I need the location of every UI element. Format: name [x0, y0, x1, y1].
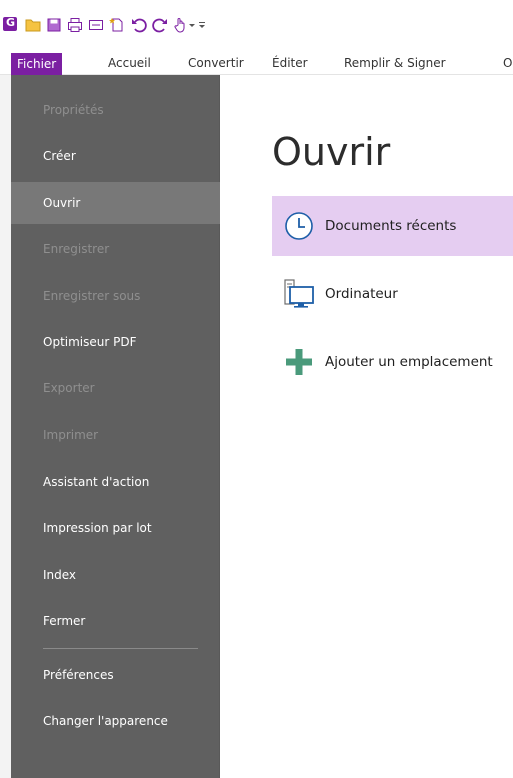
- option-ajouter-emplacement[interactable]: Ajouter un emplacement: [272, 332, 513, 392]
- tab-fichier[interactable]: Fichier: [11, 53, 63, 75]
- sidebar-item-impression-par-lot[interactable]: Impression par lot: [11, 507, 220, 549]
- sidebar-item-changer-apparence[interactable]: Changer l'apparence: [11, 700, 220, 742]
- undo-icon[interactable]: [130, 16, 148, 34]
- plus-icon: [286, 349, 312, 375]
- app-logo: G: [3, 16, 17, 31]
- sidebar-item-imprimer[interactable]: Imprimer: [11, 414, 220, 456]
- chevron-down-icon[interactable]: [188, 16, 196, 34]
- sidebar-item-proprietes[interactable]: Propriétés: [11, 89, 220, 131]
- sidebar-divider: [43, 648, 198, 649]
- option-label: Documents récents: [325, 218, 457, 234]
- sidebar-item-ouvrir[interactable]: Ouvrir: [11, 182, 220, 224]
- ribbon-tabs: Fichier Accueil Convertir Éditer Remplir…: [0, 52, 513, 75]
- print-icon[interactable]: [66, 16, 84, 34]
- new-document-icon[interactable]: [108, 16, 126, 34]
- sidebar-item-exporter[interactable]: Exporter: [11, 367, 220, 409]
- scan-icon[interactable]: [87, 16, 105, 34]
- sidebar-item-index[interactable]: Index: [11, 554, 220, 596]
- open-folder-icon[interactable]: [24, 16, 42, 34]
- save-icon[interactable]: [45, 16, 63, 34]
- tab-accueil[interactable]: Accueil: [108, 52, 151, 74]
- sidebar-item-creer[interactable]: Créer: [11, 135, 220, 177]
- option-label: Ajouter un emplacement: [325, 354, 493, 370]
- tab-convertir[interactable]: Convertir: [188, 52, 244, 74]
- sidebar-item-preferences[interactable]: Préférences: [11, 654, 220, 696]
- option-label: Ordinateur: [325, 286, 398, 302]
- clock-icon: [285, 212, 313, 240]
- sidebar-item-assistant-action[interactable]: Assistant d'action: [11, 461, 220, 503]
- sidebar-item-enregistrer-sous[interactable]: Enregistrer sous: [11, 275, 220, 317]
- page-title: Ouvrir: [272, 130, 391, 174]
- sidebar-item-enregistrer[interactable]: Enregistrer: [11, 228, 220, 270]
- quick-access-toolbar: G: [0, 16, 513, 38]
- backstage-sidebar: Propriétés Créer Ouvrir Enregistrer Enre…: [0, 75, 220, 778]
- computer-icon: [284, 279, 314, 308]
- sidebar-left-strip: [0, 75, 11, 778]
- app-window: G Fichier Accueil Convertir Éditer Rempl…: [0, 0, 513, 778]
- option-documents-recents[interactable]: Documents récents: [272, 196, 513, 256]
- sidebar-item-optimiseur-pdf[interactable]: Optimiseur PDF: [11, 321, 220, 363]
- customize-toolbar-icon[interactable]: [197, 16, 207, 34]
- sidebar-item-fermer[interactable]: Fermer: [11, 600, 220, 642]
- tab-overflow[interactable]: O: [503, 52, 512, 74]
- tab-remplir-signer[interactable]: Remplir & Signer: [344, 52, 446, 74]
- option-ordinateur[interactable]: Ordinateur: [272, 264, 513, 324]
- tab-editer[interactable]: Éditer: [272, 52, 308, 74]
- redo-icon[interactable]: [151, 16, 169, 34]
